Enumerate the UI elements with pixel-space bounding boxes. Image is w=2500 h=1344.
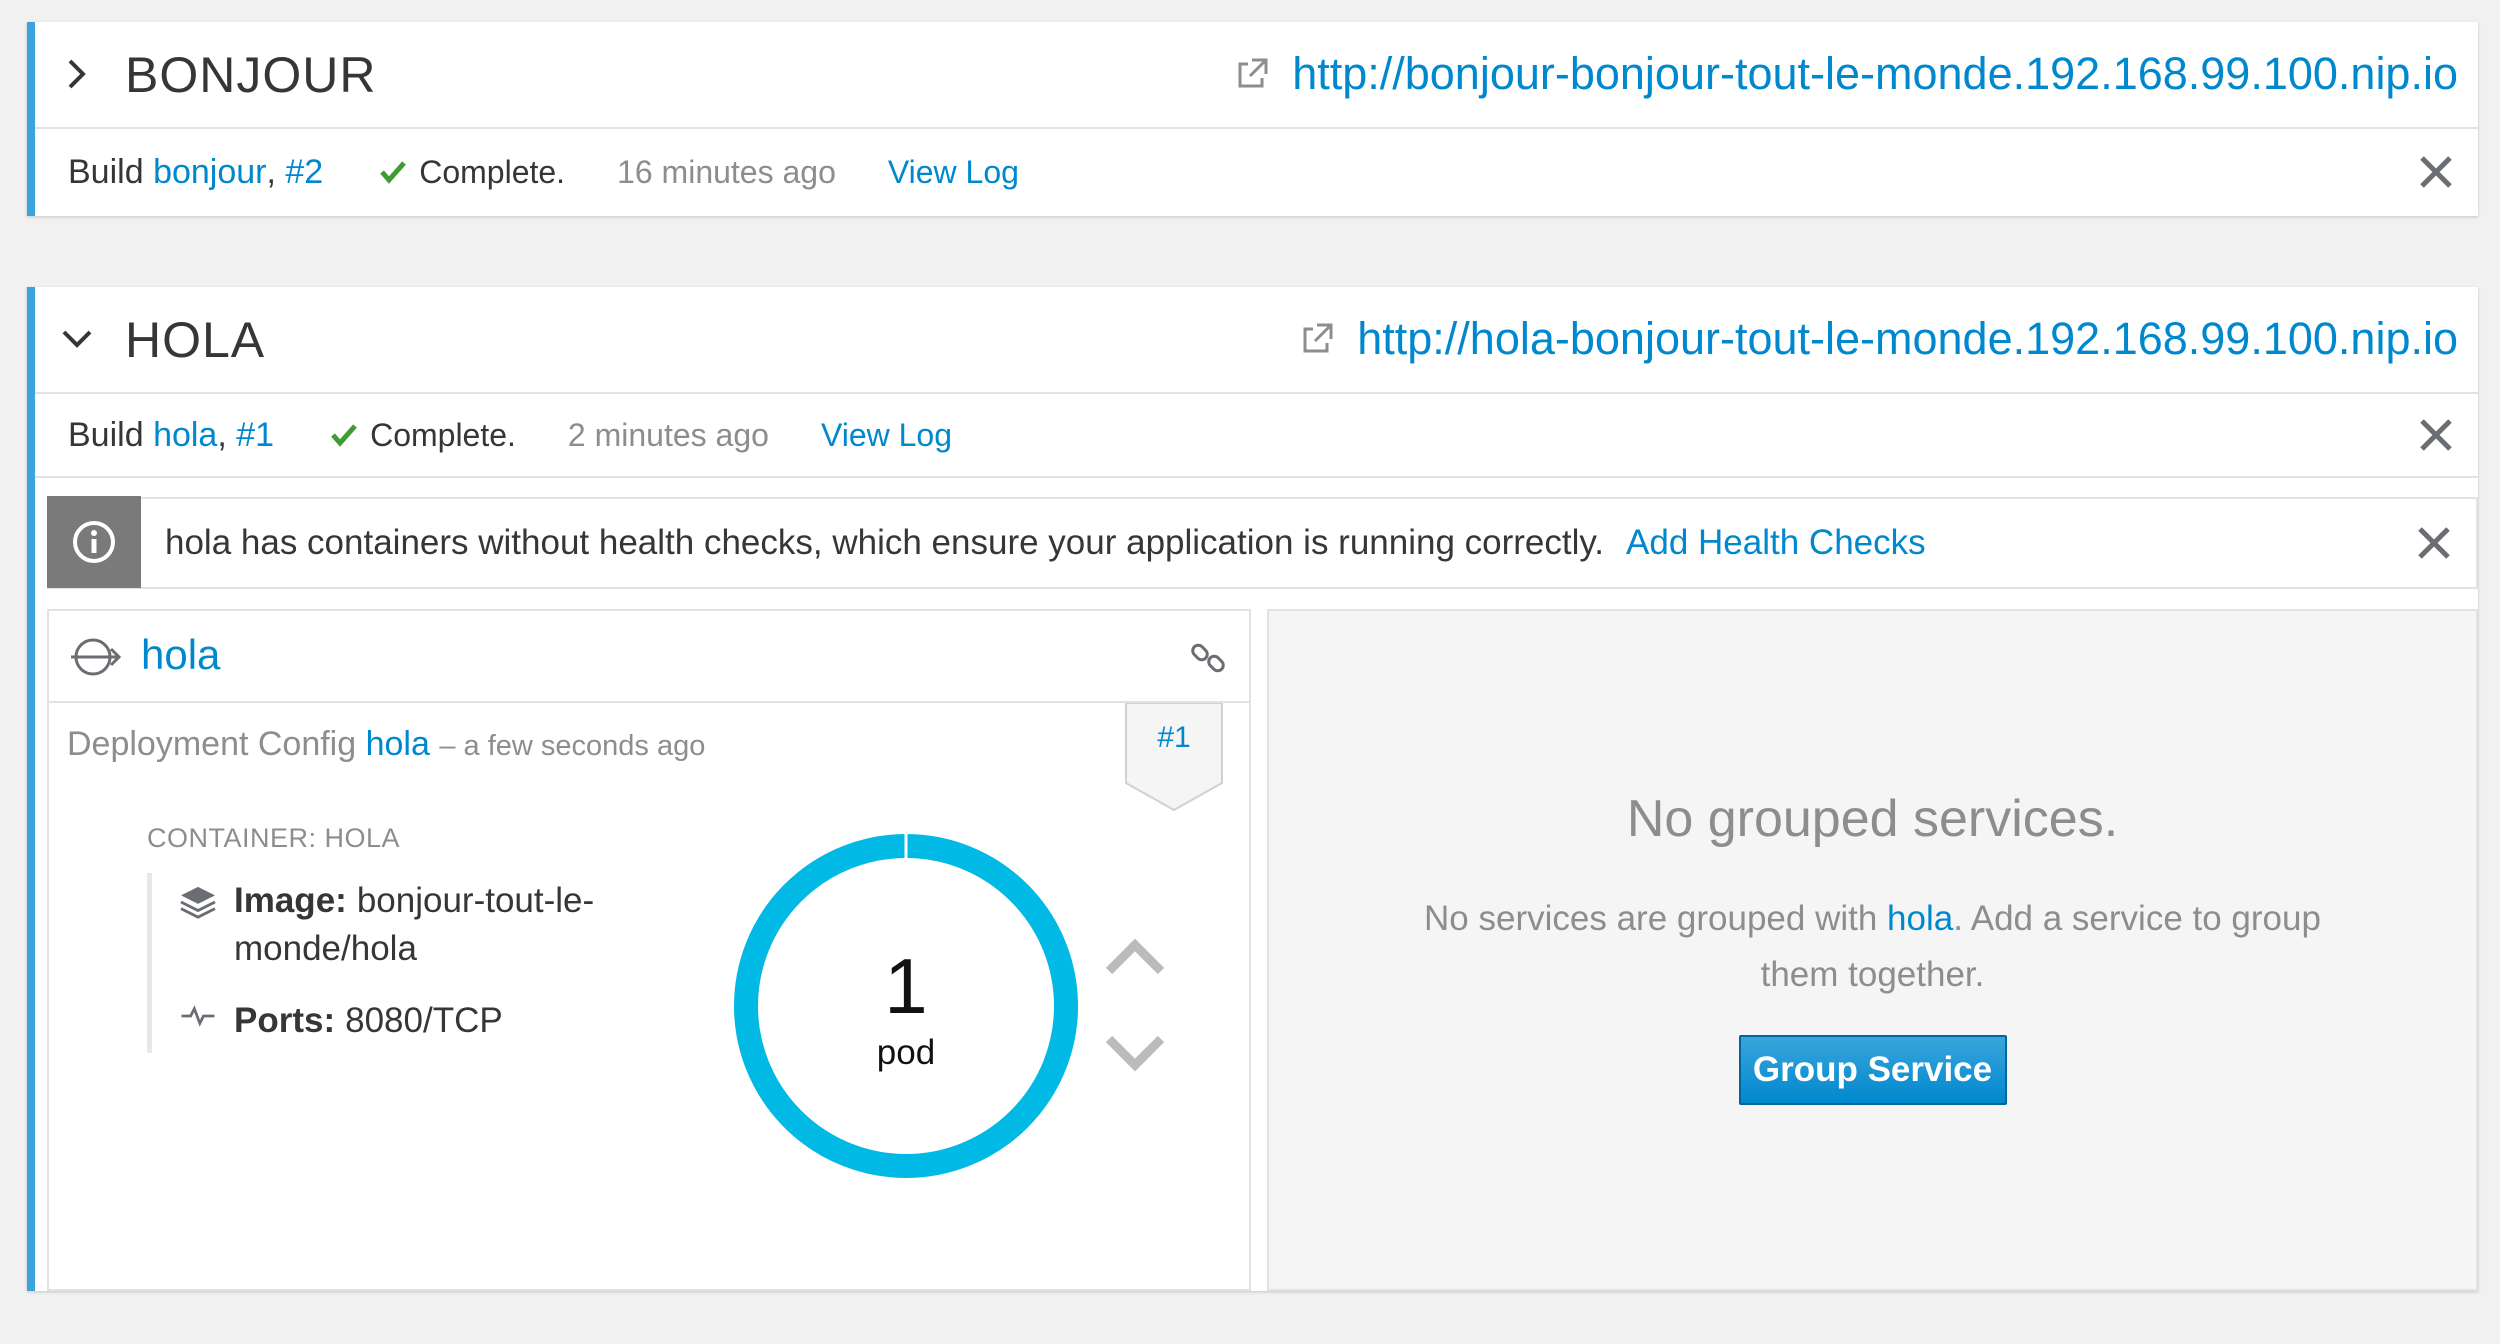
deployment-config-time: – a few seconds ago xyxy=(439,730,706,762)
deployment-config-label: Deployment Config xyxy=(67,725,357,763)
image-value: bonjour-tout-le- xyxy=(356,881,595,920)
group-service-button[interactable]: Group Service xyxy=(1738,1035,2007,1105)
image-value-cont: monde/hola xyxy=(234,929,417,968)
grouped-services-card: No grouped services. No services are gro… xyxy=(1267,609,2478,1291)
app-name[interactable]: BONJOUR xyxy=(125,46,376,104)
build-number-link[interactable]: #1 xyxy=(236,416,274,455)
close-icon[interactable] xyxy=(2416,152,2456,192)
build-config-link[interactable]: bonjour xyxy=(153,153,266,192)
chevron-down-icon[interactable] xyxy=(57,317,97,361)
app-header-bonjour: BONJOUR http://bonjour-bonjour-tout-le-m… xyxy=(35,22,2478,129)
build-time: 16 minutes ago xyxy=(617,153,836,190)
no-services-desc: No services are grouped with hola. Add a… xyxy=(1424,899,2321,994)
service-app-link[interactable]: hola xyxy=(1887,899,1953,938)
build-number-link[interactable]: #2 xyxy=(285,153,323,192)
deployment-config-meta: Deployment Config hola – a few seconds a… xyxy=(67,725,705,764)
no-services-title: No grouped services. xyxy=(1626,790,2119,848)
deployment-icon xyxy=(71,638,122,676)
app-route: http://bonjour-bonjour-tout-le-monde.192… xyxy=(1234,48,2458,100)
info-icon xyxy=(47,496,141,588)
build-status: Complete. xyxy=(330,417,516,454)
deployment-header: hola xyxy=(49,611,1249,703)
check-icon xyxy=(331,424,357,447)
ports-label: Ports: xyxy=(234,1001,336,1040)
container-detail: Image: bonjour-tout-le- monde/hola Ports:… xyxy=(147,873,672,1053)
layers-icon xyxy=(180,886,216,919)
link-icon[interactable] xyxy=(1189,639,1227,677)
build-config-link[interactable]: hola xyxy=(153,416,217,455)
chevron-right-icon[interactable] xyxy=(57,52,97,96)
scale-down-icon[interactable] xyxy=(1103,1033,1167,1077)
image-label: Image: xyxy=(234,881,347,920)
deployment-config-link[interactable]: hola xyxy=(366,725,430,763)
deployment-number: #1 xyxy=(1157,721,1191,754)
view-log-link[interactable]: View Log xyxy=(888,154,1019,191)
container-label: CONTAINER: HOLA xyxy=(147,823,401,853)
ports-value: 8080/TCP xyxy=(345,1001,503,1040)
view-log-link[interactable]: View Log xyxy=(821,417,952,454)
health-check-alert: hola has containers without health check… xyxy=(47,496,2478,589)
scale-up-icon[interactable] xyxy=(1103,933,1167,977)
deployment-badge[interactable]: #1 xyxy=(1125,703,1223,811)
app-header-hola: HOLA http://hola-bonjour-tout-le-monde.1… xyxy=(35,287,2478,394)
route-link[interactable]: http://hola-bonjour-tout-le-monde.192.16… xyxy=(1357,313,2458,365)
route-link[interactable]: http://bonjour-bonjour-tout-le-monde.192… xyxy=(1292,48,2458,100)
external-link-icon xyxy=(1238,58,1268,88)
check-icon xyxy=(380,161,407,184)
pulse-icon xyxy=(181,1005,215,1027)
ports-row: Ports: 8080/TCP xyxy=(178,1001,503,1041)
image-row: Image: bonjour-tout-le- monde/hola xyxy=(178,881,594,969)
app-panel-hola: HOLA http://hola-bonjour-tout-le-monde.1… xyxy=(27,287,2478,1291)
add-health-checks-link[interactable]: Add Health Checks xyxy=(1626,523,1926,563)
deployment-name-link[interactable]: hola xyxy=(141,631,220,679)
build-status-text: Complete. xyxy=(370,416,516,453)
app-name[interactable]: HOLA xyxy=(125,311,265,369)
deployment-card: hola Deployment Config hola – a few seco… xyxy=(47,609,1251,1291)
build-time: 2 minutes ago xyxy=(567,416,769,453)
pod-unit: pod xyxy=(876,1033,936,1072)
external-link-icon xyxy=(1303,323,1333,353)
build-status-text: Complete. xyxy=(419,153,566,190)
pod-donut[interactable]: 1 pod xyxy=(731,831,1081,1181)
pod-count: 1 xyxy=(884,942,928,1030)
build-status: Complete. xyxy=(379,154,565,191)
build-prefix: Build xyxy=(68,152,144,191)
build-row: Build hola, #1 Complete. 2 minutes ago V… xyxy=(35,394,2478,478)
close-icon[interactable] xyxy=(2414,523,2454,563)
build-prefix: Build xyxy=(68,415,144,454)
app-panel-bonjour: BONJOUR http://bonjour-bonjour-tout-le-m… xyxy=(27,22,2478,216)
close-icon[interactable] xyxy=(2416,415,2456,455)
app-route: http://hola-bonjour-tout-le-monde.192.16… xyxy=(1299,313,2458,365)
alert-message: hola has containers without health check… xyxy=(165,523,1605,562)
build-row: Build bonjour, #2 Complete. 16 minutes a… xyxy=(35,129,2478,215)
